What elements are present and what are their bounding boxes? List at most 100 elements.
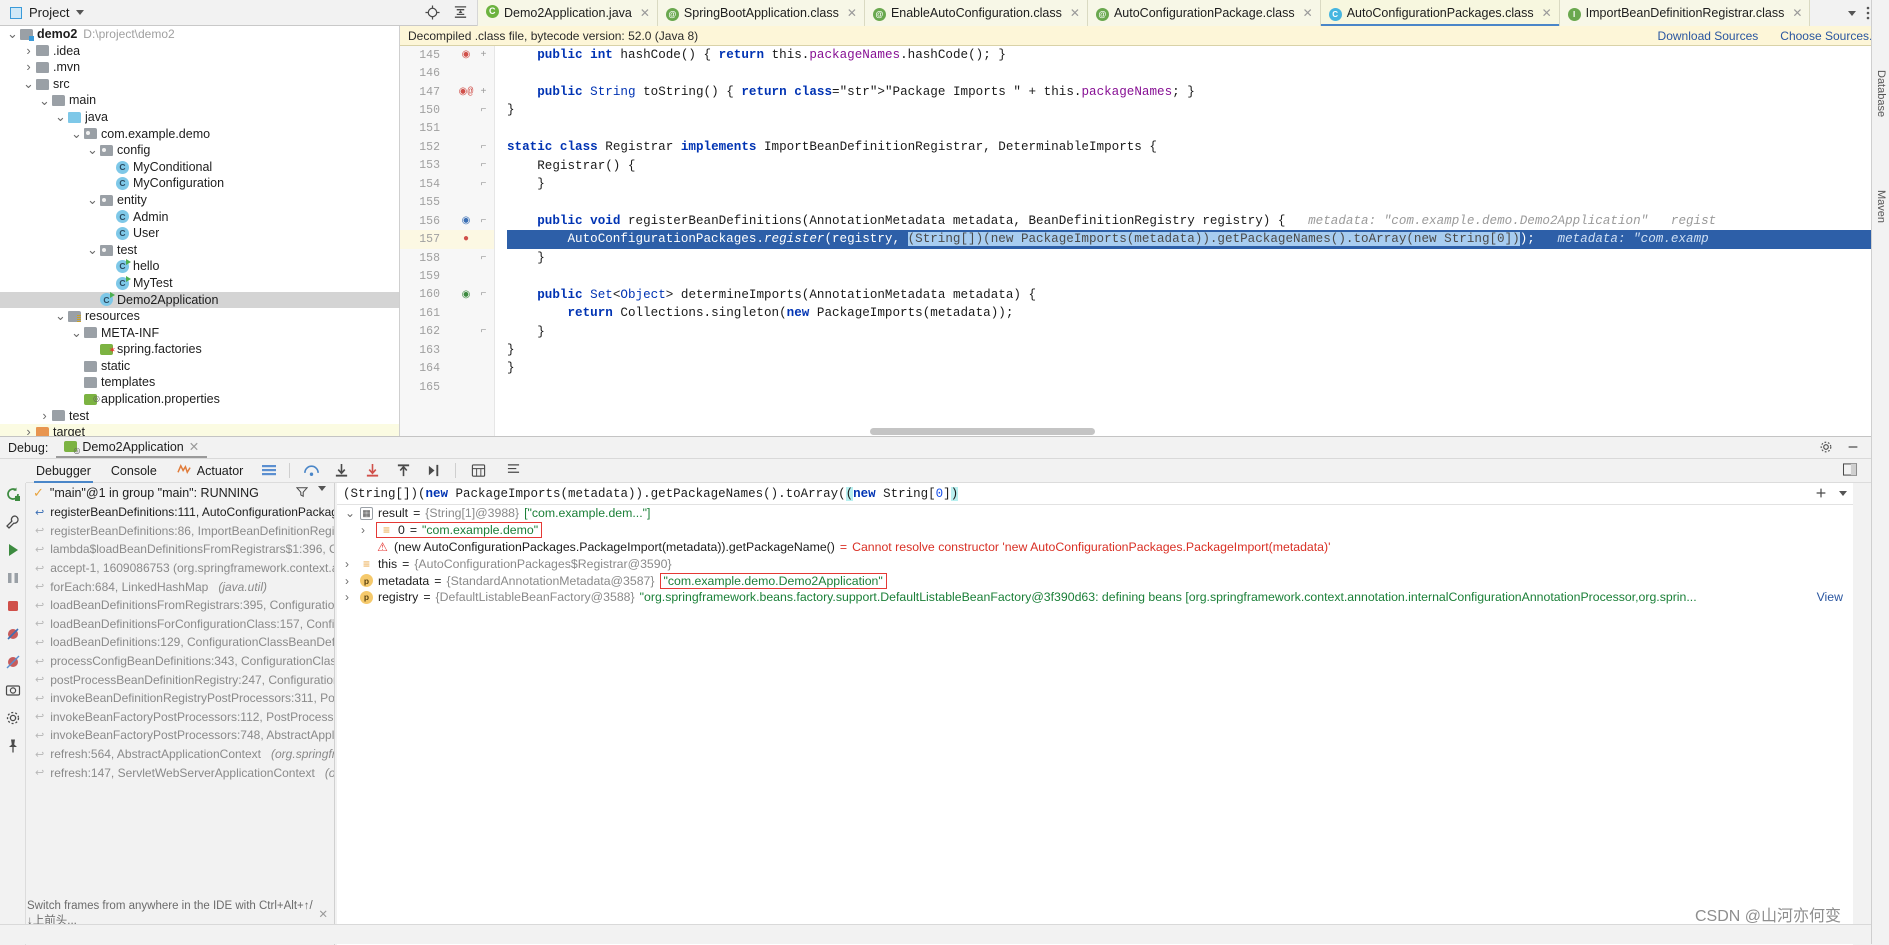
tree-item-static[interactable]: static (0, 358, 399, 375)
chevron-down-icon[interactable]: ⌄ (6, 27, 19, 40)
project-toolwindow-title[interactable]: Project (10, 5, 85, 20)
debug-config-tab[interactable]: Demo2Application ✕ (56, 437, 208, 458)
gutter-line-154[interactable]: 154 ⌐ (400, 175, 494, 193)
project-tree[interactable]: ⌄ demo2 D:\project\demo2 › .idea › .mvn ⌄ src ⌄ ma… (0, 26, 400, 436)
step-over-icon[interactable] (303, 463, 320, 478)
tab-list-chevron-icon[interactable] (1848, 10, 1856, 16)
frame-row[interactable]: ↩ processConfigBeanDefinitions:343, Confi… (27, 652, 334, 671)
settings-icon[interactable] (1819, 440, 1834, 455)
code-line-163[interactable]: } (507, 341, 1889, 359)
right-strip-maven[interactable]: Maven (1875, 190, 1887, 223)
tree-item-test[interactable]: ⌄ test (0, 242, 399, 259)
locate-icon[interactable] (425, 5, 440, 20)
camera-icon[interactable] (5, 682, 21, 697)
code-line-164[interactable]: } (507, 359, 1889, 377)
code-line-158[interactable]: } (507, 249, 1889, 267)
chevron-right-icon[interactable]: › (22, 43, 35, 60)
resume-icon[interactable] (5, 542, 20, 557)
close-icon[interactable]: ✕ (640, 6, 650, 20)
breakpoint-icon[interactable]: ● (458, 234, 474, 245)
editor-gutter[interactable]: 145 ◉ +146 147 ◉@ +150 ⌐ 151 152 ⌐ 153 ⌐ 154 ⌐ 155 156 ◉… (400, 46, 495, 436)
tree-item-templates[interactable]: templates (0, 374, 399, 391)
frame-row[interactable]: ↩ invokeBeanFactoryPostProcessors:748, Ab… (27, 726, 334, 745)
gutter-line-163[interactable]: 163 (400, 341, 494, 359)
tree-item-demo2[interactable]: ⌄ demo2 D:\project\demo2 (0, 26, 399, 43)
tree-item-config[interactable]: ⌄ config (0, 142, 399, 159)
gutter-line-150[interactable]: 150 ⌐ (400, 101, 494, 119)
variables-list[interactable]: ⌄ ▦ result = {String[1]@3988} ["com.example.d… (337, 505, 1853, 606)
fold-marker-icon[interactable]: ⌐ (478, 253, 489, 264)
pause-icon[interactable] (5, 570, 20, 585)
close-icon[interactable]: ✕ (1542, 6, 1552, 20)
fold-marker-icon[interactable]: ⌐ (478, 179, 489, 190)
wrench-icon[interactable] (5, 514, 20, 529)
frame-row[interactable]: ↩ invokeBeanDefinitionRegistryPostProcess… (27, 689, 334, 708)
tree-item-src[interactable]: ⌄ src (0, 76, 399, 93)
editor-code[interactable]: public int hashCode() { return this.pack… (495, 46, 1889, 436)
tree-item-myconfiguration[interactable]: C MyConfiguration (0, 175, 399, 192)
close-icon[interactable]: ✕ (318, 907, 334, 921)
hide-window-icon[interactable] (1846, 440, 1861, 455)
variable-row[interactable]: ⚠ (new AutoConfigurationPackages.PackageI… (337, 539, 1853, 556)
view-link[interactable]: View (1817, 590, 1853, 604)
tab-actuator[interactable]: Actuator (167, 459, 254, 483)
right-strip-database[interactable]: Database (1875, 70, 1887, 117)
tree-item-test[interactable]: › test (0, 408, 399, 425)
tree-item-myconditional[interactable]: C MyConditional (0, 159, 399, 176)
chevron-down-icon[interactable]: ⌄ (54, 110, 67, 123)
gutter-line-158[interactable]: 158 ⌐ (400, 249, 494, 267)
close-icon[interactable]: ✕ (847, 6, 857, 20)
tree-item-spring-factories[interactable]: spring.factories (0, 341, 399, 359)
tree-item-meta-inf[interactable]: ⌄ META-INF (0, 325, 399, 342)
chevron-down-icon[interactable]: ⌄ (86, 193, 99, 206)
fold-marker-icon[interactable]: ⌐ (478, 326, 489, 337)
frame-row[interactable]: ↩ forEach:684, LinkedHashMap (java.util) (27, 577, 334, 596)
scrollbar-thumb[interactable] (870, 428, 1095, 435)
tree-item--mvn[interactable]: › .mvn (0, 59, 399, 76)
chevron-down-icon[interactable] (1839, 491, 1847, 496)
frames-panel[interactable]: ✓ "main"@1 in group "main": RUNNING ↩ reg… (27, 483, 334, 923)
frame-row[interactable]: ↩ accept-1, 1609086753 (org.springframewo… (27, 559, 334, 578)
close-icon[interactable]: ✕ (1303, 6, 1313, 20)
close-icon[interactable]: ✕ (189, 439, 199, 454)
frame-row[interactable]: ↩ loadBeanDefinitions:129, ConfigurationC… (27, 633, 334, 652)
settings-icon[interactable] (5, 710, 20, 725)
chevron-right-icon[interactable]: › (345, 590, 355, 604)
stop-icon[interactable] (5, 598, 20, 613)
chevron-down-icon[interactable] (76, 10, 85, 15)
gutter-line-165[interactable]: 165 (400, 378, 494, 396)
gutter-line-161[interactable]: 161 (400, 304, 494, 322)
fold-marker-icon[interactable]: ⌐ (478, 216, 489, 227)
close-icon[interactable]: ✕ (1070, 6, 1080, 20)
step-out-icon[interactable] (396, 463, 411, 478)
tab-console[interactable]: Console (101, 459, 167, 483)
force-step-into-icon[interactable] (365, 463, 380, 478)
tree-item-com-example-demo[interactable]: ⌄ com.example.demo (0, 126, 399, 143)
code-line-165[interactable] (507, 378, 1889, 396)
breakpoint-icon[interactable]: ◉ (458, 215, 474, 227)
chevron-right-icon[interactable]: › (345, 574, 355, 588)
run-to-cursor-icon[interactable] (427, 463, 442, 478)
add-watch-icon[interactable] (1814, 486, 1829, 501)
fold-marker-icon[interactable]: ⌐ (478, 289, 489, 300)
choose-sources-link[interactable]: Choose Sources... (1780, 29, 1879, 43)
restore-layout-icon[interactable] (1842, 463, 1858, 478)
filter-icon[interactable] (296, 486, 311, 501)
gutter-line-152[interactable]: 152 ⌐ (400, 138, 494, 156)
gutter-line-162[interactable]: 162 ⌐ (400, 323, 494, 341)
editor-tab-0[interactable]: C Demo2Application.java ✕ (478, 0, 658, 26)
panel-splitter[interactable] (334, 483, 335, 945)
variables-panel[interactable]: (String[])(new PackageImports(metadata))… (337, 483, 1853, 945)
editor-tab-2[interactable]: @ EnableAutoConfiguration.class ✕ (864, 0, 1088, 26)
gutter-line-147[interactable]: 147 ◉@ + (400, 83, 494, 101)
tree-item-application-properties[interactable]: application.properties (0, 391, 399, 408)
chevron-right-icon[interactable]: › (361, 523, 371, 537)
step-into-icon[interactable] (334, 463, 349, 478)
breakpoint-icon[interactable]: ◉ (458, 289, 474, 301)
collapse-all-icon[interactable] (453, 5, 468, 20)
mute-breakpoints-icon[interactable] (5, 626, 20, 641)
variable-row[interactable]: › ≡ this = {AutoConfigurationPackages$Regist… (337, 555, 1853, 572)
chevron-right-icon[interactable]: › (22, 59, 35, 76)
chevron-down-icon[interactable]: ⌄ (345, 506, 355, 520)
chevron-down-icon[interactable]: ⌄ (70, 127, 83, 140)
